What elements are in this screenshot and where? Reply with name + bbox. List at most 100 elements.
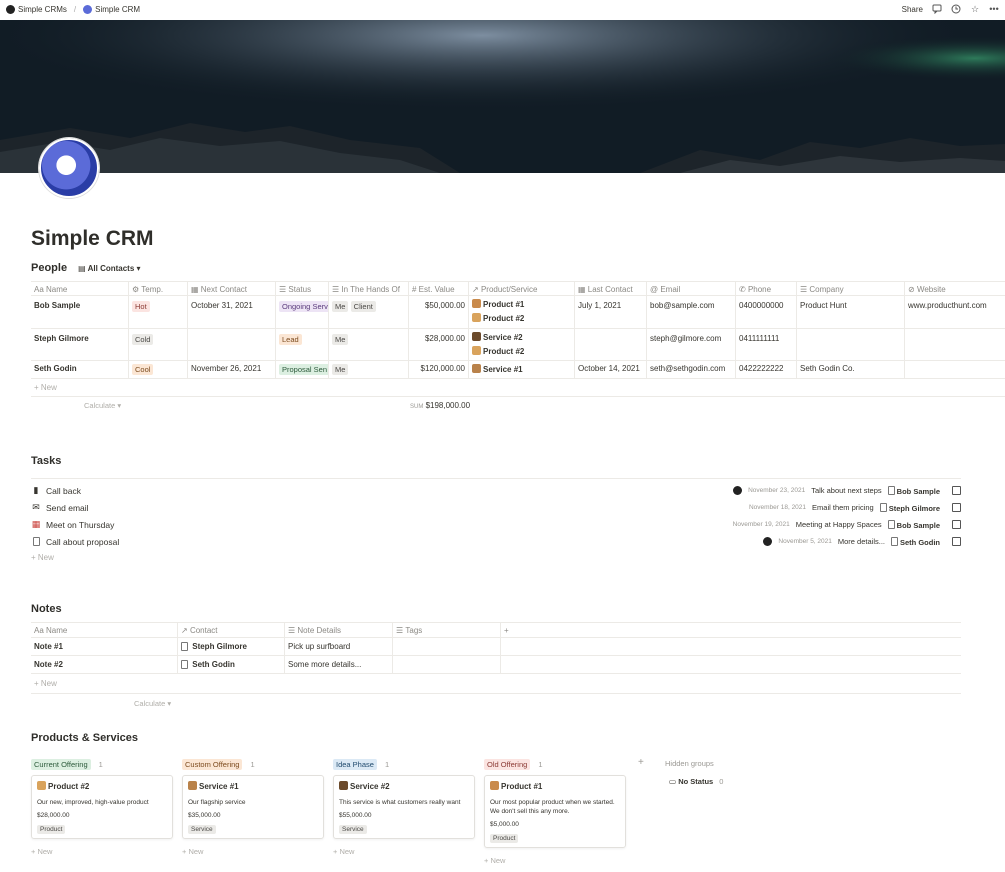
column-header-next-contact[interactable]: ▦ Next Contact (188, 282, 276, 295)
cell-contact[interactable]: Seth Godin (178, 656, 285, 673)
board-card[interactable]: Product #2 Our new, improved, high-value… (31, 775, 173, 840)
cell-note-details[interactable]: Pick up surfboard (285, 638, 393, 655)
column-header-name[interactable]: Aa Name (31, 282, 129, 295)
cell-website[interactable] (905, 361, 1005, 378)
cell-email[interactable]: steph@gilmore.com (647, 329, 736, 360)
cell-note-details[interactable]: Some more details... (285, 656, 393, 673)
column-header-phone[interactable]: ✆ Phone (736, 282, 797, 295)
column-header-product-service[interactable]: ↗ Product/Service (469, 282, 575, 295)
task-label[interactable]: Call about proposal (46, 537, 119, 547)
all-contacts-view-selector[interactable]: ▤ All Contacts ▾ (78, 264, 140, 273)
group-label[interactable]: Idea Phase (333, 758, 377, 770)
comments-icon[interactable] (932, 4, 942, 14)
task-item[interactable]: ✉ Send email November 18, 2021 Email the… (31, 499, 961, 516)
task-contact[interactable]: Steph Gilmore (879, 502, 940, 513)
cell-est-value[interactable]: $28,000.00 (409, 329, 469, 360)
column-header-status[interactable]: ☰ Status (276, 282, 329, 295)
add-new-row-button[interactable]: + New (31, 674, 961, 694)
share-button[interactable]: Share (902, 5, 923, 14)
cell-last-contact[interactable]: July 1, 2021 (575, 296, 647, 328)
cell-in-the-hands-of[interactable]: Me Client (329, 296, 409, 328)
task-label[interactable]: Meet on Thursday (46, 520, 114, 530)
cell-product-service[interactable]: Service #2 Product #2 (469, 329, 575, 360)
add-new-task-button[interactable]: + New (31, 550, 961, 565)
cell-name[interactable]: Note #1 (31, 638, 178, 655)
more-options-icon[interactable]: ••• (989, 4, 999, 14)
column-header-website[interactable]: ⊘ Website (905, 282, 1005, 295)
cell-name[interactable]: Steph Gilmore (31, 329, 129, 360)
task-item[interactable]: ▦ Meet on Thursday November 19, 2021 Mee… (31, 516, 961, 533)
add-card-button[interactable]: + New (182, 847, 324, 856)
cell-product-service[interactable]: Product #1 Product #2 (469, 296, 575, 328)
history-icon[interactable] (951, 4, 961, 14)
task-label[interactable]: Call back (46, 486, 81, 496)
cell-temp[interactable]: Cold (129, 329, 188, 360)
cell-est-value[interactable]: $50,000.00 (409, 296, 469, 328)
table-row[interactable]: Steph Gilmore Cold Lead Me $28,000.00 Se… (31, 329, 1005, 361)
column-header-contact[interactable]: ↗ Contact (178, 623, 285, 637)
board-card[interactable]: Product #1 Our most popular product when… (484, 775, 626, 849)
task-item[interactable]: ▮ Call back November 23, 2021 Talk about… (31, 482, 961, 499)
column-header-in-the-hands-of[interactable]: ☰ In The Hands Of (329, 282, 409, 295)
calculate-button[interactable]: Calculate ▾ (31, 694, 961, 708)
cell-phone[interactable]: 0422222222 (736, 361, 797, 378)
product-link[interactable]: Service #1 (483, 365, 523, 374)
cell-product-service[interactable]: Service #1 (469, 361, 575, 378)
group-label[interactable]: Old Offering (484, 758, 531, 770)
cell-website[interactable] (905, 329, 1005, 360)
favorite-star-icon[interactable]: ☆ (970, 4, 980, 14)
product-link[interactable]: Product #2 (483, 314, 524, 323)
cell-website[interactable]: www.producthunt.com (905, 296, 1005, 328)
sum-value[interactable]: SUM $198,000.00 (410, 401, 470, 410)
task-contact[interactable]: Bob Sample (887, 519, 940, 530)
add-column-button[interactable]: + (501, 623, 531, 637)
column-header-email[interactable]: @ Email (647, 282, 736, 295)
product-link[interactable]: Product #1 (483, 300, 524, 309)
table-row[interactable]: Note #2 Seth Godin Some more details... (31, 656, 961, 674)
cell-company[interactable] (797, 329, 905, 360)
table-row[interactable]: Bob Sample Hot October 31, 2021 Ongoing … (31, 296, 1005, 329)
column-header-tags[interactable]: ☰ Tags (393, 623, 501, 637)
table-row[interactable]: Note #1 Steph Gilmore Pick up surfboard (31, 638, 961, 656)
board-card[interactable]: Service #2 This service is what customer… (333, 775, 475, 840)
group-label[interactable]: Custom Offering (182, 758, 243, 770)
add-card-button[interactable]: + New (333, 847, 475, 856)
cell-status[interactable]: Proposal Sen (276, 361, 329, 378)
column-header-est-value[interactable]: # Est. Value (409, 282, 469, 295)
task-checkbox[interactable] (952, 486, 961, 495)
table-row[interactable]: Seth Godin Cool November 26, 2021 Propos… (31, 361, 1005, 379)
cell-company[interactable]: Seth Godin Co. (797, 361, 905, 378)
add-card-button[interactable]: + New (484, 856, 626, 865)
cell-name[interactable]: Note #2 (31, 656, 178, 673)
cell-email[interactable]: bob@sample.com (647, 296, 736, 328)
breadcrumb-item-current[interactable]: Simple CRM (95, 5, 140, 14)
task-contact[interactable]: Seth Godin (891, 536, 940, 547)
cell-next-contact[interactable] (188, 329, 276, 360)
cell-last-contact[interactable]: October 14, 2021 (575, 361, 647, 378)
cell-tags[interactable] (393, 638, 501, 655)
column-header-name[interactable]: Aa Name (31, 623, 178, 637)
column-header-company[interactable]: ☰ Company (797, 282, 905, 295)
cell-temp[interactable]: Hot (129, 296, 188, 328)
cell-temp[interactable]: Cool (129, 361, 188, 378)
cell-last-contact[interactable] (575, 329, 647, 360)
column-header-note-details[interactable]: ☰ Note Details (285, 623, 393, 637)
group-label[interactable]: Current Offering (31, 758, 91, 770)
product-link[interactable]: Product #2 (483, 347, 524, 356)
add-group-button[interactable]: + (638, 757, 644, 768)
cell-status[interactable]: Ongoing Serv (276, 296, 329, 328)
board-card[interactable]: Service #1 Our flagship service $35,000.… (182, 775, 324, 840)
cell-in-the-hands-of[interactable]: Me (329, 361, 409, 378)
column-header-temp[interactable]: ⚙ Temp. (129, 282, 188, 295)
task-label[interactable]: Send email (46, 503, 89, 513)
cell-name[interactable]: Bob Sample (31, 296, 129, 328)
cell-status[interactable]: Lead (276, 329, 329, 360)
cell-est-value[interactable]: $120,000.00 (409, 361, 469, 378)
product-link[interactable]: Service #2 (483, 333, 523, 342)
cell-tags[interactable] (393, 656, 501, 673)
add-new-row-button[interactable]: + New (31, 379, 1005, 397)
task-checkbox[interactable] (952, 503, 961, 512)
cell-next-contact[interactable]: November 26, 2021 (188, 361, 276, 378)
task-checkbox[interactable] (952, 537, 961, 546)
calculate-button[interactable]: Calculate ▾ (84, 401, 121, 410)
